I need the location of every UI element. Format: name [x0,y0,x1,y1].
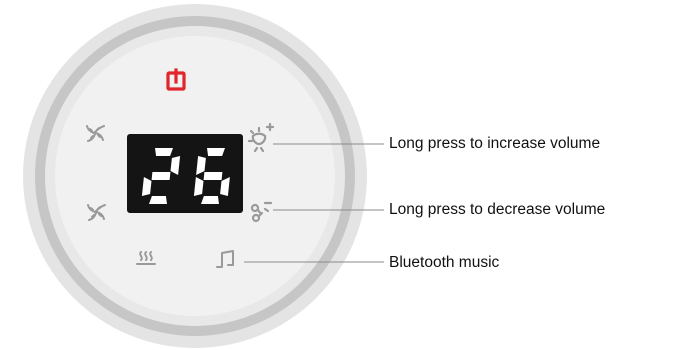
control-panel-diagram: 26 [23,4,384,348]
callout-decrease-volume: Long press to decrease volume [389,201,606,218]
digit-segment [207,148,225,156]
digit-segment [203,172,223,180]
digit-segment [149,196,167,204]
digit-segment [201,196,219,204]
callout-increase-volume: Long press to increase volume [389,135,601,152]
digit-segment [151,172,171,180]
callout-bluetooth-music: Bluetooth music [389,254,500,271]
digit-segment [155,148,173,156]
